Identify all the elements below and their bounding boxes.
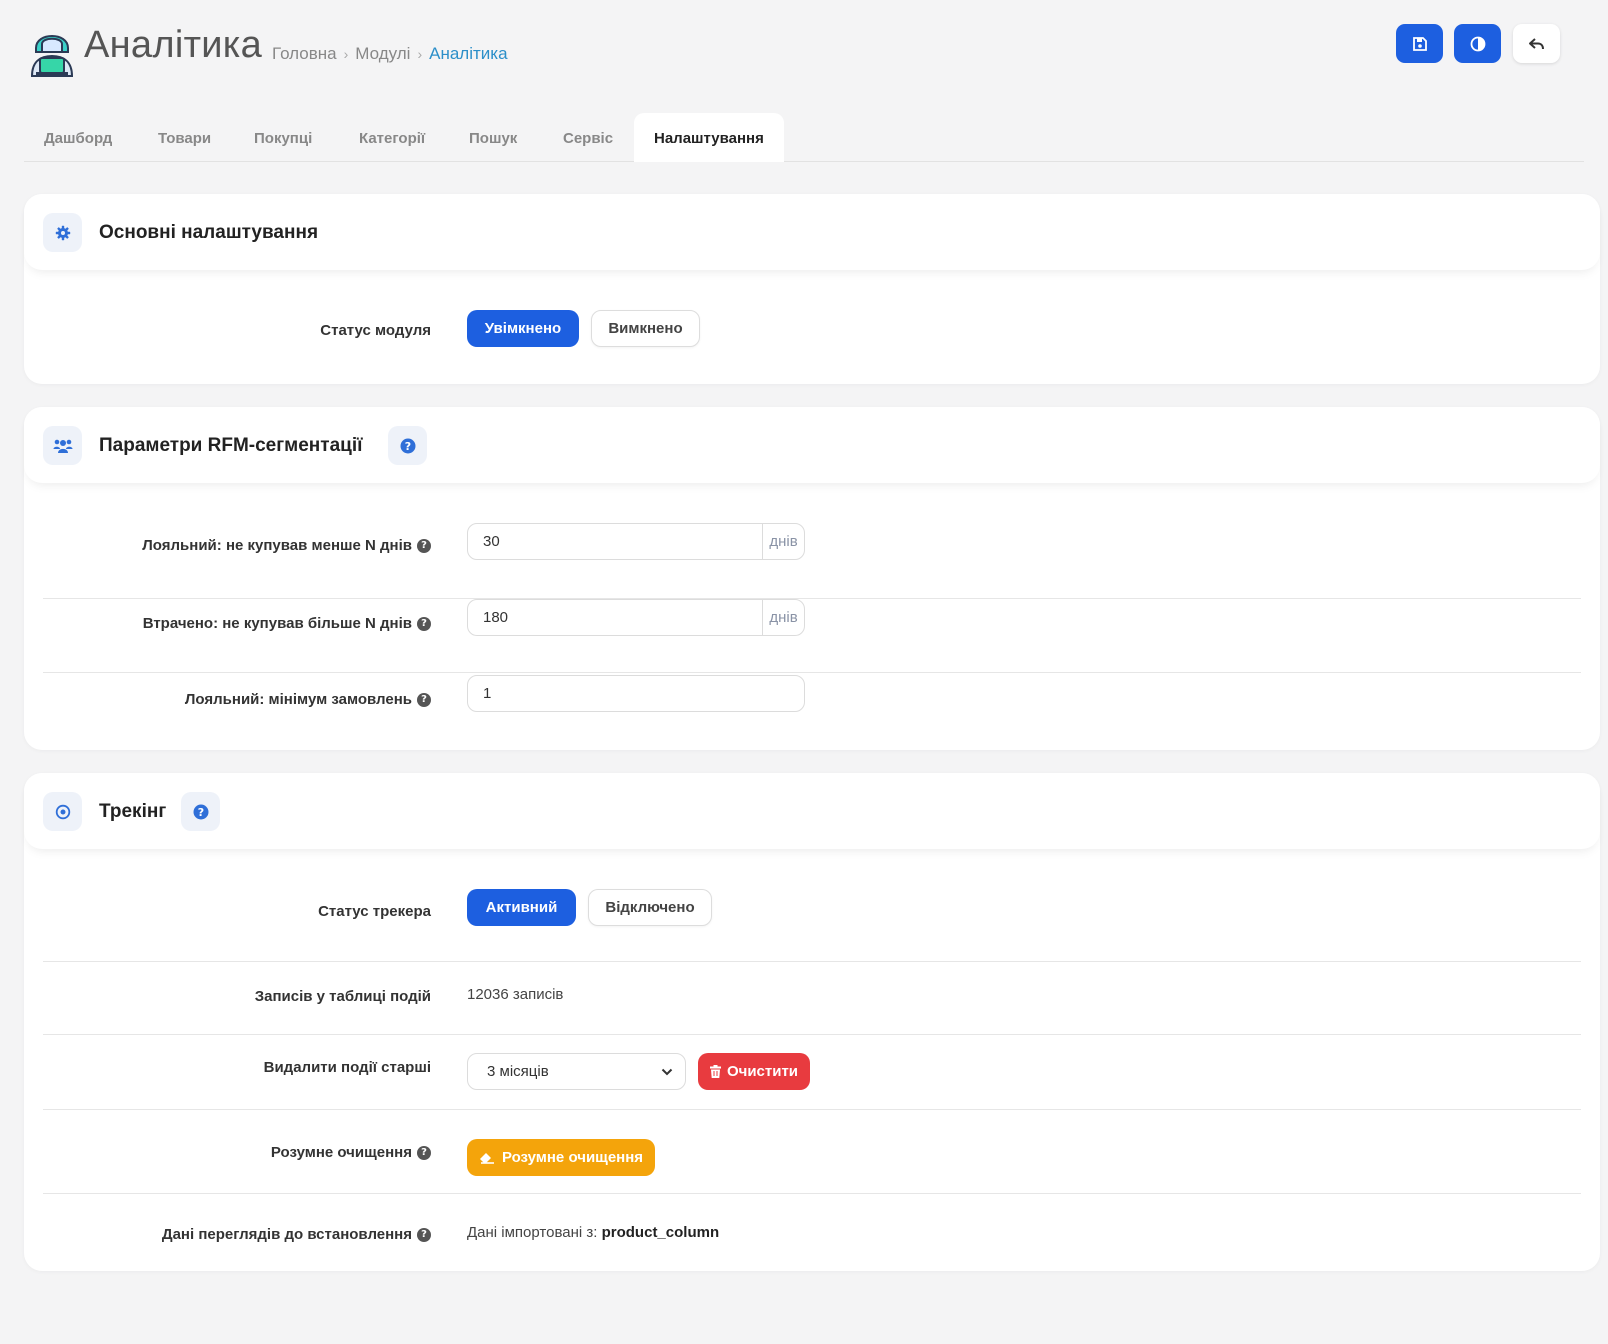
tab-categories[interactable]: Категорії: [359, 113, 425, 162]
page: Аналітика Головна › Модулі › Аналітика Д…: [0, 0, 1608, 1344]
contrast-icon: [1470, 36, 1485, 51]
breadcrumb-separator-icon: ›: [343, 46, 349, 62]
smart-cleanup-button[interactable]: Розумне очищення: [467, 1139, 655, 1176]
days-unit-addon: днів: [762, 600, 804, 635]
records-row: Записів у таблиці подій 12036 записів: [43, 962, 1581, 1035]
loyal-orders-input[interactable]: 1: [467, 675, 805, 712]
question-circle-icon: ?: [193, 804, 208, 819]
loyal-days-row: Лояльний: не купував менше N днів? 30 дн…: [43, 523, 1581, 599]
tab-dashboard[interactable]: Дашборд: [44, 113, 112, 162]
breadcrumb-current[interactable]: Аналітика: [429, 44, 507, 63]
module-enabled-button[interactable]: Увімкнено: [467, 310, 579, 347]
tab-settings[interactable]: Налаштування: [634, 113, 784, 162]
svg-text:?: ?: [197, 806, 203, 819]
lost-days-label: Втрачено: не купував більше N днів?: [143, 615, 431, 632]
trash-icon: [709, 1065, 721, 1078]
tracking-card: Трекінг ? Статус трекера Активний Відклю…: [24, 773, 1600, 1271]
smart-cleanup-button-label: Розумне очищення: [501, 1149, 644, 1166]
module-status-row: Статус модуля Увімкнено Вимкнено: [43, 310, 1581, 350]
loyal-days-input[interactable]: 30 днів: [467, 523, 805, 560]
help-icon[interactable]: ?: [417, 1145, 431, 1160]
records-value: 12036 записів: [467, 986, 564, 1003]
loyal-days-value[interactable]: 30: [468, 524, 762, 559]
delete-period-select[interactable]: 3 місяців: [467, 1053, 686, 1090]
loyal-days-label-text: Лояльний: не купував менше N днів: [142, 537, 412, 554]
delete-old-label: Видалити події старші: [264, 1059, 431, 1076]
save-icon: [1412, 36, 1427, 51]
days-unit-addon: днів: [762, 524, 804, 559]
tab-service[interactable]: Сервіс: [563, 113, 613, 162]
breadcrumb-home[interactable]: Головна: [272, 44, 337, 63]
section-title: Трекінг: [99, 801, 167, 822]
card-header: Трекінг ?: [24, 773, 1600, 849]
pre-install-views-label-text: Дані переглядів до встановлення: [161, 1226, 412, 1243]
back-arrow-icon: [1528, 37, 1544, 49]
lost-days-row: Втрачено: не купував більше N днів? 180 …: [43, 599, 1581, 673]
lost-days-input[interactable]: 180 днів: [467, 599, 805, 636]
section-title: Параметри RFM-сегментації: [99, 435, 363, 456]
clear-events-label: Очистити: [726, 1063, 799, 1080]
module-status-label-text: Статус модуля: [320, 322, 431, 339]
target-icon: [43, 792, 82, 831]
smart-cleanup-row: Розумне очищення? Розумне очищення: [43, 1110, 1581, 1194]
page-header: Аналітика Головна › Модулі › Аналітика: [24, 20, 1584, 84]
smart-cleanup-label: Розумне очищення?: [271, 1144, 431, 1161]
tab-customers[interactable]: Покупці: [254, 113, 312, 162]
lost-days-value[interactable]: 180: [468, 600, 762, 635]
help-icon[interactable]: ?: [417, 616, 431, 631]
question-circle-icon: ?: [400, 438, 415, 453]
card-header: Основні налаштування: [24, 194, 1600, 270]
delete-old-label-text: Видалити події старші: [263, 1059, 431, 1076]
tracker-status-row: Статус трекера Активний Відключено: [43, 889, 1581, 962]
help-icon[interactable]: ?: [417, 1227, 431, 1242]
save-button[interactable]: [1396, 24, 1443, 63]
pre-install-views-label: Дані переглядів до встановлення?: [162, 1226, 431, 1243]
contrast-toggle-button[interactable]: [1454, 24, 1501, 63]
module-status-label: Статус модуля: [320, 322, 431, 339]
svg-text:?: ?: [404, 440, 410, 453]
records-label: Записів у таблиці подій: [255, 988, 431, 1005]
chevron-down-icon: [661, 1068, 673, 1076]
loyal-orders-label: Лояльний: мінімум замовлень?: [185, 691, 431, 708]
pre-install-views-value: Дані імпортовані з: product_column: [467, 1224, 719, 1241]
module-disabled-button[interactable]: Вимкнено: [591, 310, 700, 347]
page-title: Аналітика: [84, 24, 263, 66]
tracker-active-button[interactable]: Активний: [467, 889, 576, 926]
eraser-icon: [479, 1152, 494, 1164]
users-icon: [43, 426, 82, 465]
tracking-help-button[interactable]: ?: [181, 792, 220, 831]
tab-bar: Дашборд Товари Покупці Категорії Пошук С…: [24, 113, 1584, 162]
analyst-logo-icon: [30, 35, 74, 77]
back-button[interactable]: [1513, 24, 1560, 63]
tab-products[interactable]: Товари: [158, 113, 211, 162]
rfm-help-button[interactable]: ?: [388, 426, 427, 465]
lost-days-label-text: Втрачено: не купував більше N днів: [142, 615, 412, 632]
help-icon[interactable]: ?: [417, 692, 431, 707]
help-icon[interactable]: ?: [417, 538, 431, 553]
tracker-disabled-button[interactable]: Відключено: [588, 889, 712, 926]
loyal-orders-row: Лояльний: мінімум замовлень? 1: [43, 675, 1581, 715]
gear-icon: [43, 213, 82, 252]
pre-install-views-row: Дані переглядів до встановлення? Дані ім…: [43, 1194, 1581, 1270]
section-title: Основні налаштування: [99, 222, 319, 243]
records-label-text: Записів у таблиці подій: [254, 988, 431, 1005]
breadcrumb-modules[interactable]: Модулі: [355, 44, 410, 63]
clear-events-button[interactable]: Очистити: [698, 1053, 810, 1090]
rfm-settings-card: Параметри RFM-сегментації ? Лояльний: не…: [24, 407, 1600, 750]
tracker-status-label-text: Статус трекера: [318, 903, 431, 920]
tracker-status-label: Статус трекера: [318, 903, 431, 920]
delete-period-value: 3 місяців: [487, 1063, 549, 1080]
loyal-orders-value[interactable]: 1: [468, 676, 804, 711]
tab-search[interactable]: Пошук: [469, 113, 517, 162]
views-prefix: Дані імпортовані з:: [467, 1224, 598, 1241]
loyal-orders-label-text: Лояльний: мінімум замовлень: [184, 691, 412, 708]
delete-old-row: Видалити події старші 3 місяців Очистити: [43, 1035, 1581, 1110]
views-source: product_column: [601, 1224, 720, 1241]
breadcrumb-separator-icon: ›: [417, 46, 423, 62]
smart-cleanup-label-text: Розумне очищення: [270, 1144, 412, 1161]
card-header: Параметри RFM-сегментації ?: [24, 407, 1600, 483]
loyal-days-label: Лояльний: не купував менше N днів?: [142, 537, 431, 554]
breadcrumb: Головна › Модулі › Аналітика: [272, 44, 508, 64]
basic-settings-card: Основні налаштування Статус модуля Увімк…: [24, 194, 1600, 384]
